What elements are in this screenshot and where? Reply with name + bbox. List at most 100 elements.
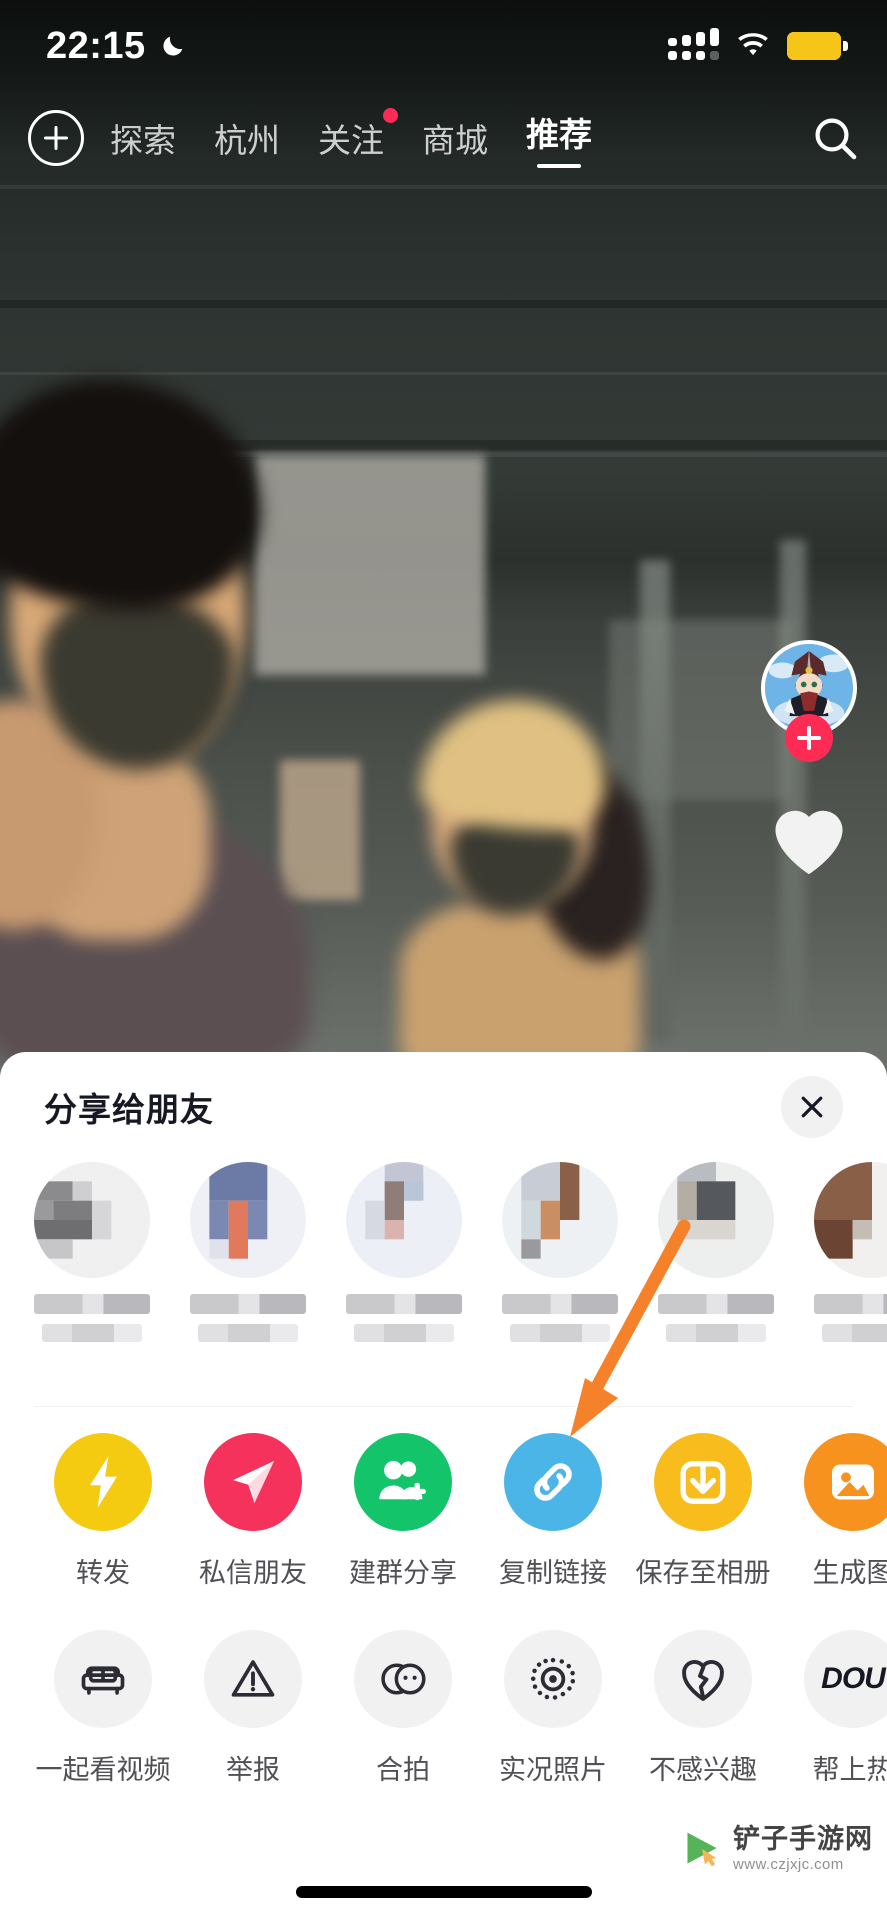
mosaic-icon bbox=[658, 1162, 774, 1278]
ceiling-slat bbox=[0, 185, 887, 189]
watermark: 铲子手游网 www.czjxjc.com bbox=[679, 1826, 873, 1872]
action-label: 保存至相册 bbox=[635, 1558, 771, 1588]
close-button[interactable] bbox=[781, 1076, 843, 1138]
action-report[interactable]: 举报 bbox=[178, 1630, 328, 1787]
action-label: 不感兴趣 bbox=[649, 1755, 757, 1785]
nav-tab-label: 关注 bbox=[318, 122, 384, 159]
friend-avatar bbox=[346, 1162, 462, 1278]
status-bar-left: 22:15 bbox=[46, 25, 187, 68]
friend-avatar bbox=[814, 1162, 887, 1278]
list-item[interactable] bbox=[34, 1162, 150, 1392]
moon-icon bbox=[163, 36, 183, 56]
friend-avatar bbox=[658, 1162, 774, 1278]
action-label: 实况照片 bbox=[499, 1755, 607, 1785]
watermark-name: 铲子手游网 bbox=[733, 1824, 873, 1854]
add-group-icon bbox=[354, 1433, 452, 1531]
wifi-icon bbox=[738, 33, 768, 56]
friend-avatar bbox=[502, 1162, 618, 1278]
battery-icon bbox=[787, 32, 848, 60]
action-not-interested[interactable]: 不感兴趣 bbox=[628, 1630, 778, 1787]
nav-tab-recommend[interactable]: 推荐 bbox=[526, 108, 592, 168]
image-icon bbox=[804, 1433, 887, 1531]
list-item[interactable] bbox=[814, 1162, 887, 1392]
active-tab-underline bbox=[537, 164, 581, 168]
watermark-text: 铲子手游网 www.czjxjc.com bbox=[733, 1824, 873, 1873]
live-photo-icon bbox=[504, 1630, 602, 1728]
window-blinds bbox=[255, 455, 485, 675]
mosaic-icon bbox=[190, 1162, 306, 1278]
friend-name-mosaic2 bbox=[666, 1324, 766, 1342]
friend-name-mosaic2 bbox=[354, 1324, 454, 1342]
close-icon bbox=[801, 1096, 823, 1118]
status-bar-right bbox=[668, 28, 848, 60]
nav-tab-label: 商城 bbox=[422, 122, 488, 159]
cursor-play-icon bbox=[687, 1832, 717, 1867]
share-sheet-header: 分享给朋友 bbox=[0, 1052, 887, 1162]
action-live-photo[interactable]: 实况照片 bbox=[478, 1630, 628, 1787]
paper-plane-icon bbox=[204, 1433, 302, 1531]
nav-tab-mall[interactable]: 商城 bbox=[422, 114, 488, 162]
nav-tab-city[interactable]: 杭州 bbox=[214, 114, 280, 162]
sofa-icon bbox=[54, 1630, 152, 1728]
action-label: 生成图 bbox=[812, 1558, 887, 1588]
nav-tab-label: 推荐 bbox=[526, 116, 592, 153]
download-icon bbox=[654, 1433, 752, 1531]
top-navigation: 探索 杭州 关注 商城 推荐 bbox=[0, 98, 887, 178]
friend-name-mosaic bbox=[190, 1294, 306, 1314]
list-item[interactable] bbox=[502, 1162, 618, 1392]
ceiling-slat bbox=[0, 372, 887, 375]
heart-icon[interactable] bbox=[764, 796, 854, 878]
action-create-group[interactable]: 建群分享 bbox=[328, 1433, 478, 1590]
link-icon bbox=[504, 1433, 602, 1531]
action-label: 复制链接 bbox=[499, 1558, 607, 1588]
duet-icon bbox=[354, 1630, 452, 1728]
person-hair bbox=[420, 700, 605, 830]
home-indicator bbox=[295, 1886, 592, 1898]
warning-icon bbox=[204, 1630, 302, 1728]
clock: 22:15 bbox=[46, 24, 146, 67]
friend-avatar bbox=[34, 1162, 150, 1278]
mosaic-icon bbox=[814, 1162, 887, 1278]
list-item[interactable] bbox=[190, 1162, 306, 1392]
share-friends-list[interactable] bbox=[0, 1162, 887, 1392]
action-boost-trending[interactable]: DOU 帮上热 bbox=[778, 1630, 887, 1787]
friend-name-mosaic bbox=[34, 1294, 150, 1314]
action-forward[interactable]: 转发 bbox=[28, 1433, 178, 1590]
douyin-text-icon: DOU bbox=[804, 1630, 887, 1728]
search-icon[interactable] bbox=[811, 114, 859, 162]
status-bar: 22:15 bbox=[0, 0, 887, 92]
person-hair bbox=[0, 380, 260, 610]
action-copy-link[interactable]: 复制链接 bbox=[478, 1433, 628, 1590]
list-item[interactable] bbox=[658, 1162, 774, 1392]
action-direct-message[interactable]: 私信朋友 bbox=[178, 1433, 328, 1590]
plus-circle-icon[interactable] bbox=[28, 110, 84, 166]
action-duet[interactable]: 合拍 bbox=[328, 1630, 478, 1787]
action-generate-image[interactable]: 生成图 bbox=[778, 1433, 887, 1590]
nav-tab-label: 杭州 bbox=[214, 122, 280, 159]
mosaic-icon bbox=[346, 1162, 462, 1278]
action-watch-together[interactable]: 一起看视频 bbox=[28, 1630, 178, 1787]
lightning-icon bbox=[54, 1433, 152, 1531]
list-item[interactable] bbox=[346, 1162, 462, 1392]
action-label: 私信朋友 bbox=[199, 1558, 307, 1588]
share-actions-primary: 转发 私信朋友 建群分享 复制链接 保存至相册 生成图 bbox=[0, 1433, 887, 1590]
action-label: 建群分享 bbox=[349, 1558, 457, 1588]
ceiling-slat bbox=[0, 300, 887, 308]
friend-name-mosaic2 bbox=[822, 1324, 887, 1342]
friend-name-mosaic bbox=[502, 1294, 618, 1314]
nav-tab-following[interactable]: 关注 bbox=[318, 108, 398, 162]
action-label: 举报 bbox=[226, 1755, 280, 1785]
share-sheet-title: 分享给朋友 bbox=[44, 1091, 214, 1128]
nav-tab-explore[interactable]: 探索 bbox=[110, 114, 176, 162]
notification-dot-icon bbox=[383, 108, 398, 123]
watermark-url: www.czjxjc.com bbox=[733, 1856, 844, 1873]
follow-button[interactable] bbox=[785, 714, 833, 762]
action-label: 帮上热 bbox=[812, 1755, 887, 1785]
broken-heart-icon bbox=[654, 1630, 752, 1728]
friend-name-mosaic2 bbox=[198, 1324, 298, 1342]
video-action-rail bbox=[761, 640, 857, 878]
nav-tab-label: 探索 bbox=[110, 122, 176, 159]
action-save-to-album[interactable]: 保存至相册 bbox=[628, 1433, 778, 1590]
friend-name-mosaic bbox=[658, 1294, 774, 1314]
action-label: 合拍 bbox=[376, 1755, 430, 1785]
